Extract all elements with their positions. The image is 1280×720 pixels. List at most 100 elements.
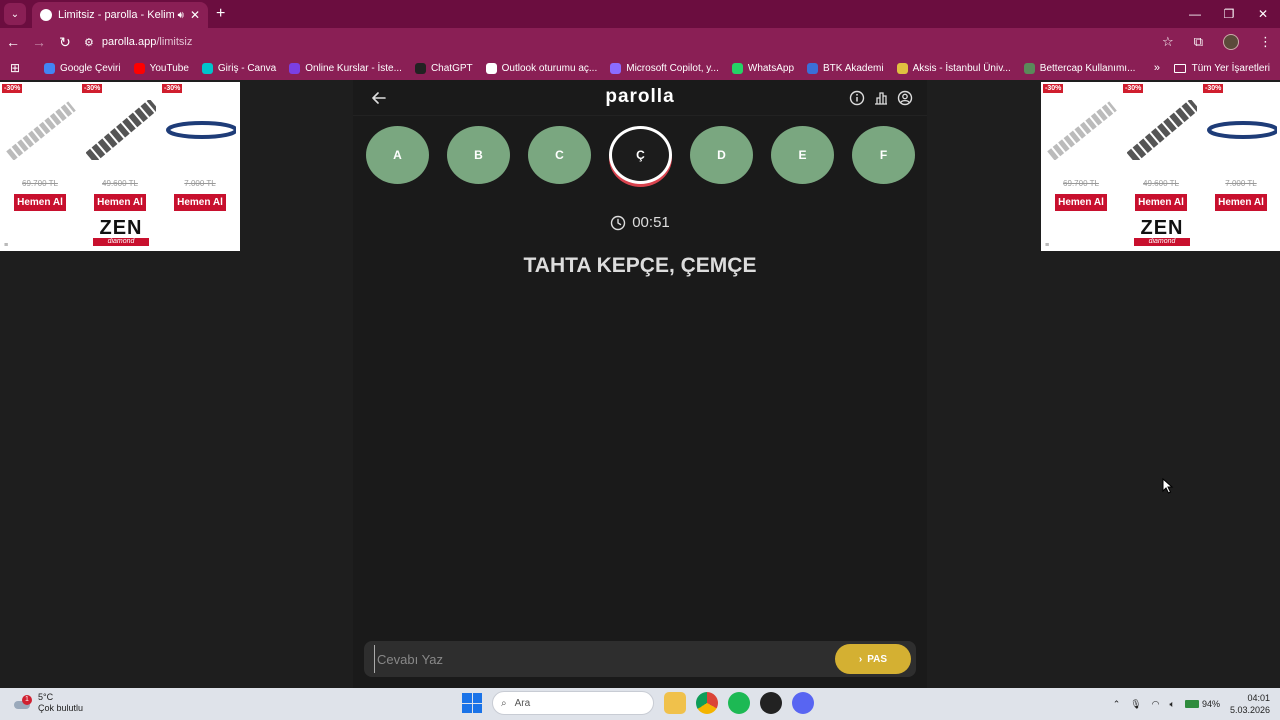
ad-product-2[interactable]: -30% 49.600 TL Hemen Al <box>1121 82 1201 212</box>
profile-avatar[interactable] <box>1223 34 1239 50</box>
buy-now-button[interactable]: Hemen Al <box>174 194 226 211</box>
ad-product-2[interactable]: -30% 49.600 TL Hemen Al <box>80 82 160 212</box>
menu-icon[interactable]: ⋮ <box>1259 34 1272 50</box>
bookmarks-bar: ⊞ Google Çeviri YouTube Giriş - Canva Onlin… <box>0 56 1280 80</box>
bookmark-favicon-icon <box>896 62 908 74</box>
microphone-icon[interactable]: 🎙︎ <box>1130 699 1141 710</box>
user-profile-icon[interactable] <box>897 90 913 106</box>
bookmark-favicon-icon <box>44 62 55 74</box>
bookmark-item[interactable]: Google Çeviri <box>44 62 121 74</box>
bookmark-item[interactable]: Giriş - Canva <box>201 62 276 74</box>
speaker-icon[interactable]: 🔊︎ <box>178 10 184 21</box>
bookmark-favicon-icon <box>133 62 145 74</box>
letter-circle: E <box>771 126 834 184</box>
ad-product-3[interactable]: -30% 7.000 TL Hemen Al <box>160 82 240 212</box>
minimize-icon[interactable]: — <box>1178 0 1212 28</box>
zen-diamond-logo: ZEN diamond <box>1134 218 1190 246</box>
ad-product-1[interactable]: -30% 69.700 TL Hemen Al <box>0 82 80 212</box>
bookmark-item[interactable]: WhatsApp <box>731 62 794 74</box>
bookmark-label: Online Kurslar - İste... <box>305 62 402 74</box>
bookmark-favicon-icon <box>485 62 497 74</box>
clock[interactable]: 04:01 5.03.2026 <box>1230 692 1270 716</box>
apps-grid-icon[interactable]: ⊞ <box>0 61 30 75</box>
new-tab-button[interactable]: + <box>216 5 225 23</box>
answer-input[interactable] <box>374 645 824 673</box>
bookmark-item[interactable]: YouTube <box>133 62 189 74</box>
bookmark-item[interactable]: Bettercap Kullanımı... <box>1023 62 1135 74</box>
bookmark-item[interactable]: ChatGPT <box>414 62 473 74</box>
reload-icon[interactable]: ↻ <box>52 34 78 51</box>
ad-choices-icon[interactable]: ≡ <box>4 242 8 249</box>
dark-chain-image <box>86 100 156 160</box>
bookmark-favicon-icon <box>414 62 426 74</box>
bookmark-item[interactable]: Online Kurslar - İste... <box>289 62 402 74</box>
search-placeholder: Ara <box>514 697 531 709</box>
discount-badge: -30% <box>162 84 183 93</box>
battery-indicator[interactable]: 94% <box>1184 699 1220 709</box>
buy-now-button[interactable]: Hemen Al <box>1055 194 1107 211</box>
wifi-icon[interactable]: ◠ <box>1152 699 1160 710</box>
bookmark-item[interactable]: Aksis - İstanbul Üniv... <box>896 62 1011 74</box>
tab-title: Limitsiz - parolla - Kelime oyunu <box>58 9 174 21</box>
pass-button[interactable]: › PAS <box>835 644 911 674</box>
pass-label: PAS <box>867 653 888 665</box>
bookmark-favicon-icon <box>289 62 301 74</box>
ad-product-3[interactable]: -30% 7.000 TL Hemen Al <box>1201 82 1280 212</box>
ad-price: 49.600 TL <box>102 179 138 188</box>
restore-icon[interactable]: ❐ <box>1212 0 1246 28</box>
letter-wheel: ABCÇDEF <box>366 126 916 186</box>
tab-active[interactable]: Limitsiz - parolla - Kelime oyunu 🔊︎ ✕ <box>32 2 208 28</box>
more-bookmarks-icon[interactable]: » <box>1154 56 1160 80</box>
omnibox[interactable]: ⚙ parolla.app/limitsiz <box>84 36 192 49</box>
weather-alert-badge: 1 <box>22 695 32 705</box>
app-header: parolla <box>353 80 927 116</box>
taskbar-search[interactable]: ⌕ Ara <box>492 691 654 715</box>
star-icon[interactable]: ☆ <box>1162 34 1174 50</box>
ad-banner-right[interactable]: -30% 69.700 TL Hemen Al -30% 49.600 TL H… <box>1041 82 1280 251</box>
info-icon[interactable] <box>849 90 865 106</box>
ad-choices-icon[interactable]: ≡ <box>1045 242 1049 249</box>
question-text: TAHTA KEPÇE, ÇEMÇE <box>523 254 757 277</box>
buy-now-button[interactable]: Hemen Al <box>1135 194 1187 211</box>
app-icon[interactable] <box>760 692 782 714</box>
back-icon[interactable]: ← <box>0 34 26 50</box>
spotify-icon[interactable] <box>728 692 750 714</box>
bookmark-label: Google Çeviri <box>60 62 121 74</box>
letter-circle: D <box>690 126 753 184</box>
weather-widget[interactable]: 1 5°C Çok bulutlu <box>12 692 83 714</box>
bookmark-item[interactable]: BTK Akademi <box>807 62 884 74</box>
buy-now-button[interactable]: Hemen Al <box>1215 194 1267 211</box>
windows-start-icon[interactable] <box>462 693 482 713</box>
letter-circle: A <box>366 126 429 184</box>
timer-value: 00:51 <box>632 214 670 231</box>
all-bookmarks-label: Tüm Yer İşaretleri <box>1191 62 1270 74</box>
all-bookmarks-folder[interactable]: Tüm Yer İşaretleri <box>1173 56 1270 80</box>
ad-product-1[interactable]: -30% 69.700 TL Hemen Al <box>1041 82 1121 212</box>
forward-icon[interactable]: → <box>26 34 52 50</box>
bookmark-item[interactable]: Microsoft Copilot, y... <box>610 62 719 74</box>
bracelet-image <box>166 121 236 139</box>
chevron-up-icon[interactable]: ⌃ <box>1113 699 1121 710</box>
close-window-icon[interactable]: ✕ <box>1246 0 1280 28</box>
buy-now-button[interactable]: Hemen Al <box>14 194 66 211</box>
file-explorer-icon[interactable] <box>664 692 686 714</box>
discount-badge: -30% <box>82 84 103 93</box>
volume-icon[interactable]: 🔈︎ <box>1170 699 1175 710</box>
ad-banner-left[interactable]: -30% 69.700 TL Hemen Al -30% 49.600 TL H… <box>0 82 240 251</box>
discord-icon[interactable] <box>792 692 814 714</box>
extensions-icon[interactable]: ⧉ <box>1194 34 1203 50</box>
buy-now-button[interactable]: Hemen Al <box>94 194 146 211</box>
discount-badge: -30% <box>1043 84 1064 93</box>
folder-icon <box>1173 63 1186 73</box>
weather-desc: Çok bulutlu <box>38 703 84 713</box>
discount-badge: -30% <box>1123 84 1144 93</box>
letter-circle: C <box>528 126 591 184</box>
bookmark-item[interactable]: Outlook oturumu aç... <box>485 62 597 74</box>
site-info-icon[interactable]: ⚙ <box>84 36 94 49</box>
tab-search-icon[interactable]: ⌄ <box>4 3 26 25</box>
address-toolbar: ← → ↻ ⚙ parolla.app/limitsiz ☆ ⧉ ⋮ <box>0 28 1280 56</box>
chrome-icon[interactable] <box>696 692 718 714</box>
url-host: parolla.app <box>101 36 157 48</box>
stats-chart-icon[interactable] <box>873 90 889 106</box>
tab-close-icon[interactable]: ✕ <box>190 8 200 22</box>
